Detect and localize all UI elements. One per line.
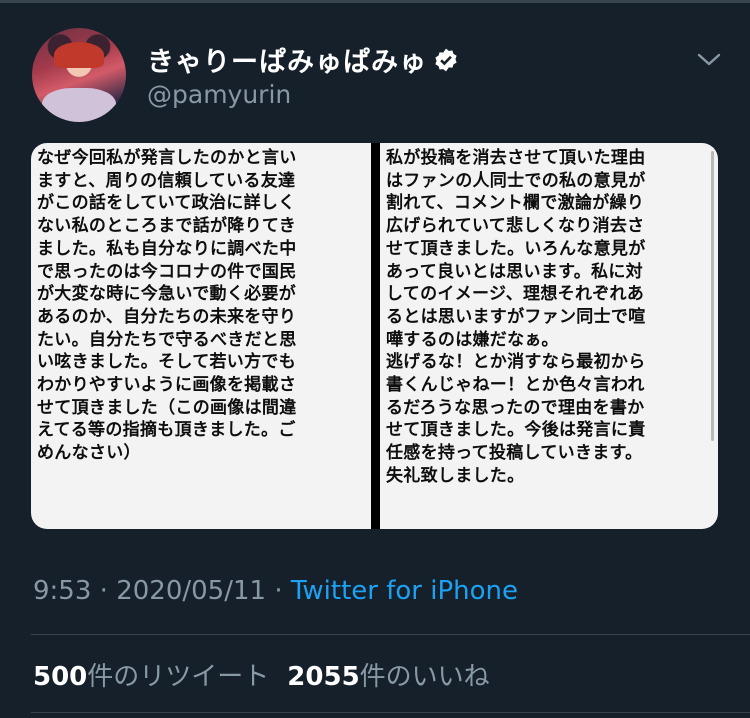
- likes-label: 件のいいね: [359, 662, 490, 692]
- tweet-date[interactable]: 2020/05/11: [116, 576, 266, 606]
- tweet-time[interactable]: 9:53: [33, 576, 91, 606]
- tweet-source-link[interactable]: Twitter for iPhone: [291, 576, 518, 606]
- likes-count: 2055: [287, 662, 360, 692]
- tweet-media[interactable]: なぜ今回私が発言したのかと言い ますと、周りの信頼している友達 がこの話をしてい…: [31, 143, 718, 529]
- verified-icon: [435, 48, 457, 71]
- author-handle[interactable]: @pamyurin: [147, 80, 291, 109]
- display-name-text: きゃりーぱみゅぱみゅ: [147, 47, 427, 78]
- image-right-text: 私が投稿を消去させて頂いた理由 はファンの人同士での私の意見が 割れて、コメント…: [386, 148, 646, 486]
- meta-separator: ·: [99, 576, 108, 606]
- avatar[interactable]: [32, 28, 126, 122]
- divider: [31, 712, 750, 713]
- retweets-stat[interactable]: 500件のリツイート: [33, 662, 269, 692]
- tweet-meta: 9:53 · 2020/05/11 · Twitter for iPhone: [33, 576, 518, 606]
- image-left-text: なぜ今回私が発言したのかと言い ますと、周りの信頼している友達 がこの話をしてい…: [37, 148, 297, 464]
- retweets-label: 件のリツイート: [87, 662, 270, 692]
- media-image-left[interactable]: なぜ今回私が発言したのかと言い ますと、周りの信頼している友達 がこの話をしてい…: [31, 143, 371, 529]
- top-divider: [0, 0, 750, 3]
- media-image-right[interactable]: 私が投稿を消去させて頂いた理由 はファンの人同士での私の意見が 割れて、コメント…: [380, 143, 718, 529]
- divider: [31, 634, 750, 635]
- likes-stat[interactable]: 2055件のいいね: [287, 662, 489, 692]
- tweet-stats: 500件のリツイート 2055件のいいね: [33, 656, 490, 693]
- author-display-name[interactable]: きゃりーぱみゅぱみゅ: [147, 40, 459, 79]
- image-scrollbar: [711, 151, 714, 441]
- chevron-down-icon[interactable]: [696, 48, 722, 72]
- retweets-count: 500: [33, 662, 88, 692]
- meta-separator: ·: [274, 576, 283, 606]
